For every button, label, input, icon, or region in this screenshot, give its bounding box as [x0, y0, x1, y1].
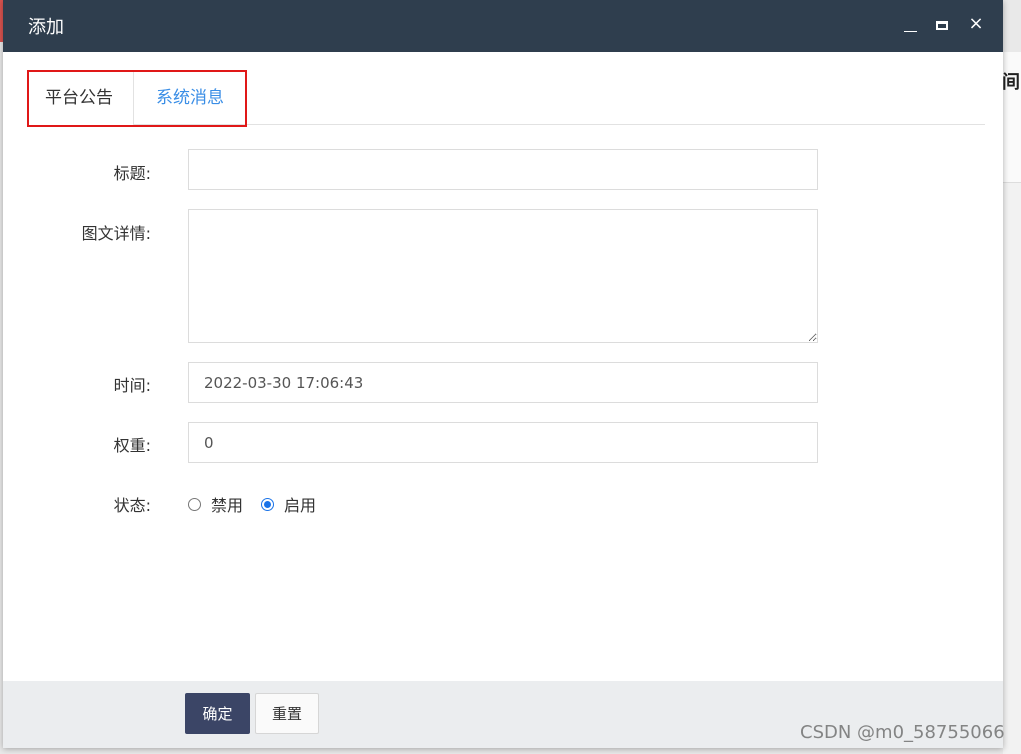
tab-system-message[interactable]: 系统消息 — [134, 72, 246, 124]
add-dialog: 添加 × 平台公告 系统消息 标题: 图文详情: 时间: 权重: 状态: 禁用 … — [3, 0, 1003, 748]
dialog-title: 添加 — [28, 17, 64, 38]
weight-input[interactable] — [188, 422, 818, 463]
confirm-button[interactable]: 确定 — [185, 693, 250, 734]
tab-platform-notice[interactable]: 平台公告 — [25, 72, 134, 125]
status-label: 状态: — [113, 496, 151, 515]
maximize-icon[interactable] — [933, 14, 953, 36]
reset-button[interactable]: 重置 — [255, 693, 319, 734]
detail-textarea[interactable] — [188, 209, 818, 343]
watermark: CSDN @m0_58755066 — [800, 722, 1005, 743]
weight-label: 权重: — [113, 436, 151, 455]
status-disabled-label[interactable]: 禁用 — [211, 492, 243, 516]
title-label: 标题: — [113, 164, 151, 183]
title-input[interactable] — [188, 149, 818, 190]
tab-bar: 平台公告 系统消息 — [25, 72, 985, 125]
time-label: 时间: — [113, 376, 151, 395]
status-radio-group: 禁用 启用 — [188, 491, 334, 517]
time-input[interactable] — [188, 362, 818, 403]
minimize-icon[interactable] — [900, 14, 920, 36]
status-enabled-label[interactable]: 启用 — [284, 492, 316, 516]
background-partial-text: 间 — [1002, 72, 1020, 93]
close-icon[interactable]: × — [966, 14, 986, 36]
dialog-header: 添加 × — [3, 0, 1003, 52]
status-enabled-radio[interactable] — [261, 497, 275, 511]
detail-label: 图文详情: — [81, 224, 151, 243]
status-disabled-radio[interactable] — [188, 497, 201, 511]
